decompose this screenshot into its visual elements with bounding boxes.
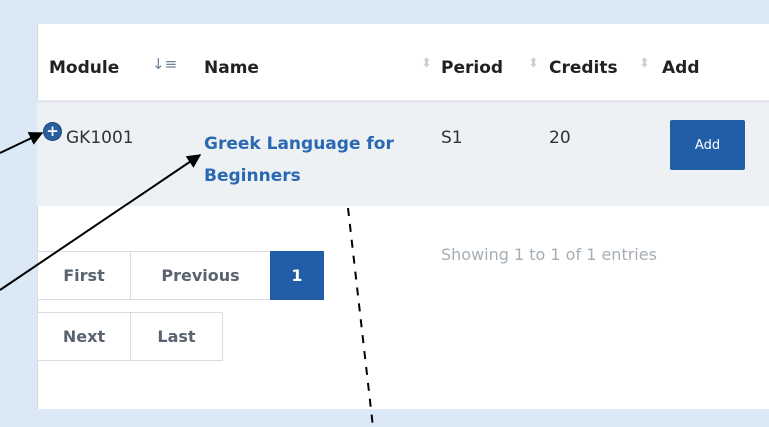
annotation-arrow: [0, 154, 202, 291]
annotation-dashed-line: [347, 207, 374, 427]
annotation-arrow: [0, 132, 44, 154]
annotation-overlay: [0, 132, 374, 427]
